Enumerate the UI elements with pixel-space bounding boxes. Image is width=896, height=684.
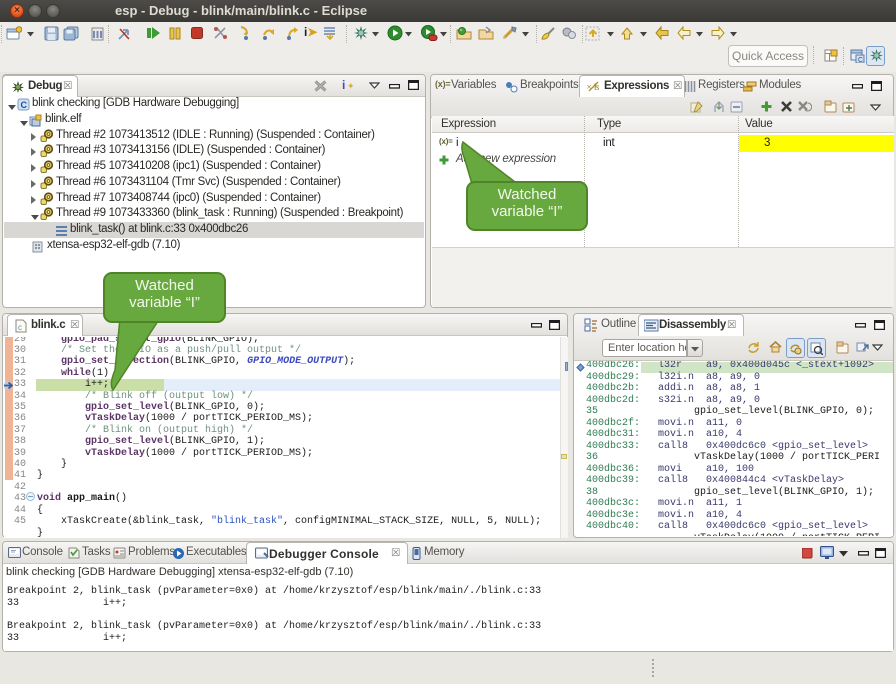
svg-text:c: c [18,323,22,332]
svg-text:C: C [21,100,28,110]
svg-text:C: C [858,57,863,63]
